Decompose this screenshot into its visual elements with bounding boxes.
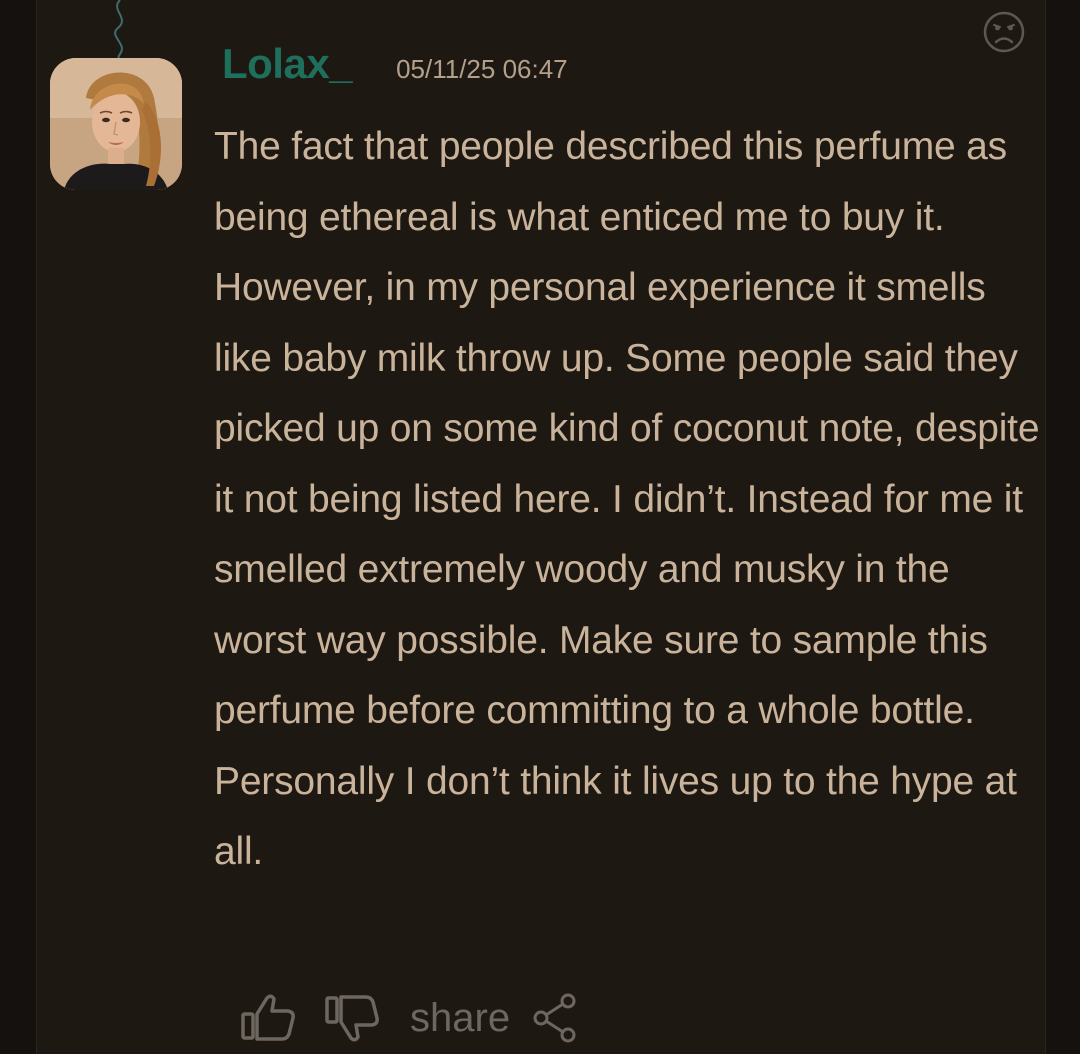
thumbs-up-icon	[241, 994, 295, 1041]
username[interactable]: Lolax_	[222, 40, 353, 88]
avatar[interactable]	[50, 58, 182, 190]
comment-header: Lolax_ 05/11/25 06:47	[222, 40, 568, 100]
comment-body: The fact that people described this perf…	[214, 125, 1040, 873]
share-label: share	[410, 995, 511, 1040]
comment-actions: share	[240, 988, 580, 1048]
avatar-portrait	[50, 58, 182, 190]
thumbs-down-icon	[325, 995, 379, 1042]
share-button[interactable]: share	[410, 992, 580, 1044]
like-button[interactable]	[240, 992, 298, 1044]
frown-face-icon[interactable]	[982, 10, 1026, 54]
page: Lolax_ 05/11/25 06:47 The fact that peop…	[0, 0, 1080, 1054]
timestamp: 05/11/25 06:47	[396, 54, 568, 84]
dislike-button[interactable]	[324, 992, 382, 1044]
share-icon	[533, 993, 576, 1043]
